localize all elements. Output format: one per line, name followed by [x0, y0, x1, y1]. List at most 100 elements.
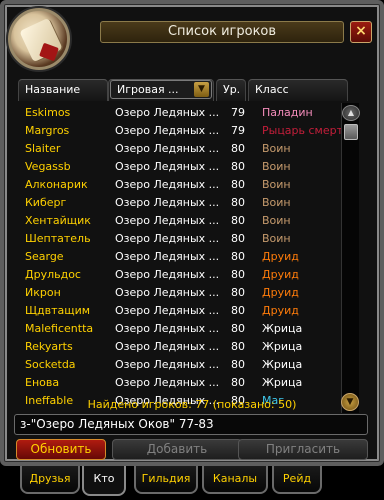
player-name: Хентайщик: [25, 214, 91, 227]
player-name: Maleficentta: [25, 322, 94, 335]
player-row[interactable]: Searge Озеро Ледяных ... 80 Друид: [24, 248, 338, 266]
player-name: Rekyarts: [25, 340, 73, 353]
column-header-level[interactable]: Ур.: [216, 79, 246, 101]
invite-button[interactable]: Пригласить: [238, 439, 368, 460]
tab-channels[interactable]: Каналы: [202, 466, 268, 494]
player-level: 80: [231, 358, 245, 371]
window-title: Список игроков: [100, 21, 344, 43]
player-class: Воин: [262, 196, 291, 209]
player-name: Socketda: [25, 358, 76, 371]
player-name: Друльдос: [25, 268, 81, 281]
player-name: Икрон: [25, 286, 61, 299]
player-row[interactable]: Киберг Озеро Ледяных ... 80 Воин: [24, 194, 338, 212]
player-row[interactable]: Икрон Озеро Ледяных ... 80 Друид: [24, 284, 338, 302]
chevron-down-icon[interactable]: ▼: [194, 82, 209, 97]
player-row[interactable]: Vegassb Озеро Ледяных ... 80 Воин: [24, 158, 338, 176]
player-zone: Озеро Ледяных ...: [115, 178, 220, 191]
player-class: Жрица: [262, 322, 303, 335]
player-name: Margros: [25, 124, 70, 137]
player-class: Воин: [262, 214, 291, 227]
player-row[interactable]: Maleficentta Озеро Ледяных ... 80 Жрица: [24, 320, 338, 338]
tab-guild[interactable]: Гильдия: [134, 466, 198, 494]
portrait-scroll-icon: [8, 8, 70, 70]
player-name: Шептатель: [25, 232, 91, 245]
player-zone: Озеро Ледяных ...: [115, 160, 220, 173]
player-row[interactable]: Margros Озеро Ледяных ... 79 Рыцарь смерти: [24, 122, 350, 140]
column-header-class-label: Класс: [255, 83, 289, 96]
player-row[interactable]: Енова Озеро Ледяных ... 80 Жрица: [24, 374, 338, 392]
player-class: Жрица: [262, 376, 303, 389]
column-header-class[interactable]: Класс: [248, 79, 348, 101]
player-row[interactable]: Алконарик Озеро Ледяных ... 80 Воин: [24, 176, 338, 194]
player-level: 80: [231, 376, 245, 389]
scroll-up-button[interactable]: ▲: [342, 105, 360, 121]
player-name: Енова: [25, 376, 60, 389]
player-name: Щдвтащим: [25, 304, 91, 317]
player-row[interactable]: Шептатель Озеро Ледяных ... 80 Воин: [24, 230, 338, 248]
add-friend-button[interactable]: Добавить: [112, 439, 242, 460]
player-level: 79: [231, 124, 245, 137]
player-zone: Озеро Ледяных ...: [115, 214, 220, 227]
player-row[interactable]: Щдвтащим Озеро Ледяных ... 80 Друид: [24, 302, 338, 320]
player-level: 80: [231, 340, 245, 353]
player-zone: Озеро Ледяных ...: [115, 376, 220, 389]
player-class: Друид: [262, 268, 299, 281]
player-zone: Озеро Ледяных ...: [115, 358, 220, 371]
player-name: Киберг: [25, 196, 67, 209]
bottom-tabs: Друзья Кто Гильдия Каналы Рейд: [0, 466, 384, 500]
player-row[interactable]: Slaiter Озеро Ледяных ... 80 Воин: [24, 140, 338, 158]
player-level: 80: [231, 268, 245, 281]
player-class: Друид: [262, 304, 299, 317]
player-name: Vegassb: [25, 160, 71, 173]
tab-who[interactable]: Кто: [82, 466, 126, 496]
player-class: Воин: [262, 160, 291, 173]
player-name: Алконарик: [25, 178, 88, 191]
tab-friends[interactable]: Друзья: [20, 466, 80, 494]
player-zone: Озеро Ледяных ...: [115, 196, 220, 209]
player-zone: Озеро Ледяных ...: [115, 106, 220, 119]
close-button[interactable]: ×: [350, 21, 372, 43]
column-header-level-label: Ур.: [223, 83, 241, 96]
zone-column-dropdown[interactable]: Игровая ... ▼: [110, 80, 212, 99]
player-row[interactable]: Хентайщик Озеро Ледяных ... 80 Воин: [24, 212, 338, 230]
player-level: 80: [231, 214, 245, 227]
player-class: Воин: [262, 142, 291, 155]
column-header-name[interactable]: Название: [18, 79, 108, 101]
player-class: Рыцарь смерти: [262, 124, 351, 137]
search-input[interactable]: з-"Озеро Ледяных Оков" 77-83: [14, 414, 368, 435]
player-zone: Озеро Ледяных ...: [115, 232, 220, 245]
column-headers: Название Игровая ... ▼ Ур. Класс: [18, 79, 348, 101]
player-zone: Озеро Ледяных ...: [115, 322, 220, 335]
player-level: 80: [231, 304, 245, 317]
player-class: Воин: [262, 178, 291, 191]
scrollbar[interactable]: ▲: [341, 103, 360, 413]
zone-column-dropdown-label: Игровая ...: [117, 83, 179, 96]
player-class: Жрица: [262, 340, 303, 353]
player-row[interactable]: Rekyarts Озеро Ледяных ... 80 Жрица: [24, 338, 338, 356]
player-level: 80: [231, 250, 245, 263]
player-zone: Озеро Ледяных ...: [115, 340, 220, 353]
player-class: Воин: [262, 232, 291, 245]
player-level: 80: [231, 142, 245, 155]
player-zone: Озеро Ледяных ...: [115, 286, 220, 299]
player-name: Eskimos: [25, 106, 71, 119]
player-level: 79: [231, 106, 245, 119]
player-level: 80: [231, 232, 245, 245]
found-players-count: Найдено игроков: 77 (показано: 50): [87, 398, 297, 411]
player-list: Eskimos Озеро Ледяных ... 79 Паладин Margros…: [24, 104, 350, 410]
player-level: 80: [231, 196, 245, 209]
player-class: Друид: [262, 286, 299, 299]
player-class: Паладин: [262, 106, 313, 119]
player-zone: Озеро Ледяных ...: [115, 304, 220, 317]
tab-raid[interactable]: Рейд: [272, 466, 322, 494]
player-row[interactable]: Друльдос Озеро Ледяных ... 80 Друид: [24, 266, 338, 284]
scrollbar-thumb[interactable]: [344, 124, 358, 140]
refresh-button[interactable]: Обновить: [16, 439, 106, 460]
player-row[interactable]: Socketda Озеро Ледяных ... 80 Жрица: [24, 356, 338, 374]
player-level: 80: [231, 178, 245, 191]
player-level: 80: [231, 286, 245, 299]
player-zone: Озеро Ледяных ...: [115, 124, 220, 137]
player-row[interactable]: Eskimos Озеро Ледяных ... 79 Паладин: [24, 104, 338, 122]
player-class: Жрица: [262, 358, 303, 371]
column-header-name-label: Название: [25, 83, 81, 96]
